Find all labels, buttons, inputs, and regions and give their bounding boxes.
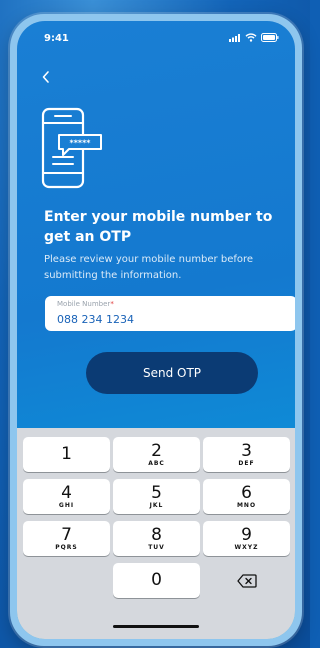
wifi-icon	[245, 33, 257, 42]
battery-icon	[261, 33, 279, 42]
key-6-number: 6	[241, 483, 252, 503]
page-title: Enter your mobile number to get an OTP	[44, 209, 273, 245]
page-description: Please review your mobile number before …	[44, 254, 254, 281]
key-8-number: 8	[151, 525, 162, 545]
key-8-letters: TUV	[148, 544, 165, 551]
status-bar: 9:41	[17, 21, 295, 55]
key-8[interactable]: 8 TUV	[113, 521, 200, 556]
phone-otp-icon: *****	[41, 107, 102, 189]
key-6[interactable]: 6 MNO	[203, 479, 290, 514]
key-2[interactable]: 2 ABC	[113, 437, 200, 472]
key-9[interactable]: 9 WXYZ	[203, 521, 290, 556]
key-3[interactable]: 3 DEF	[203, 437, 290, 472]
key-5-number: 5	[151, 483, 162, 503]
numeric-keypad: 1 2 ABC 3 DEF 4 GHI 5 JKL 6 MNO 7 PQRS 8…	[17, 428, 295, 639]
app-background: 9:41 ***** Enter your mobile number to g…	[0, 0, 310, 648]
phone-otp-illustration: *****	[39, 107, 105, 191]
status-icons	[229, 33, 279, 42]
key-blank	[23, 563, 110, 598]
key-2-letters: ABC	[148, 460, 165, 467]
mobile-number-label: Mobile Number*	[57, 300, 114, 308]
send-otp-button[interactable]: Send OTP	[86, 352, 258, 394]
required-marker: *	[110, 300, 114, 308]
key-2-number: 2	[151, 441, 162, 461]
key-1-number: 1	[61, 444, 72, 464]
key-7[interactable]: 7 PQRS	[23, 521, 110, 556]
key-0[interactable]: 0	[113, 563, 200, 598]
key-7-letters: PQRS	[55, 544, 78, 551]
mobile-number-field[interactable]: Mobile Number* 088 234 1234	[45, 296, 295, 331]
key-4[interactable]: 4 GHI	[23, 479, 110, 514]
key-7-number: 7	[61, 525, 72, 545]
status-time: 9:41	[44, 33, 69, 44]
mobile-number-value[interactable]: 088 234 1234	[57, 313, 134, 326]
key-5[interactable]: 5 JKL	[113, 479, 200, 514]
key-9-number: 9	[241, 525, 252, 545]
delete-key[interactable]	[203, 563, 290, 598]
phone-frame: 9:41 ***** Enter your mobile number to g…	[10, 14, 302, 646]
key-9-letters: WXYZ	[234, 544, 259, 551]
signal-icon	[229, 33, 240, 42]
key-4-number: 4	[61, 483, 72, 503]
otp-mask-text: *****	[70, 139, 92, 148]
key-6-letters: MNO	[236, 502, 257, 509]
key-3-letters: DEF	[238, 460, 255, 467]
key-0-number: 0	[151, 570, 162, 590]
chevron-left-icon	[42, 71, 49, 83]
key-4-letters: GHI	[58, 502, 75, 509]
key-3-number: 3	[241, 441, 252, 461]
back-button[interactable]	[37, 67, 57, 87]
mobile-number-label-text: Mobile Number	[57, 300, 111, 308]
key-1[interactable]: 1	[23, 437, 110, 472]
backspace-icon	[236, 573, 257, 588]
screen: 9:41 ***** Enter your mobile number to g…	[17, 21, 295, 639]
home-indicator[interactable]	[113, 625, 199, 628]
key-5-letters: JKL	[149, 502, 164, 509]
